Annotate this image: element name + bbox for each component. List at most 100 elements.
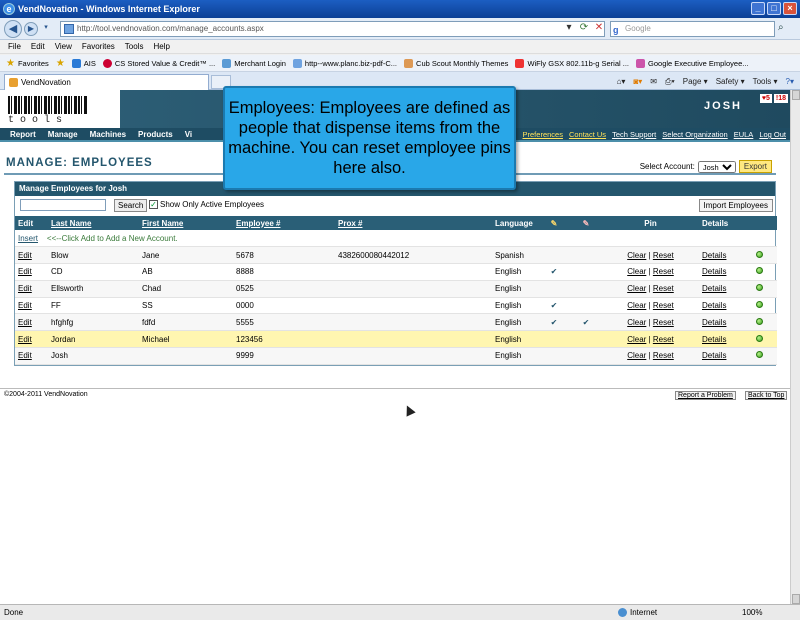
clear-pin-link[interactable]: Clear (627, 335, 646, 344)
minimize-button[interactable]: _ (751, 2, 765, 15)
report-problem-button[interactable]: Report a Problem (675, 391, 736, 400)
clear-pin-link[interactable]: Clear (627, 301, 646, 310)
forward-button[interactable]: ▶ (24, 22, 38, 36)
link-eula[interactable]: EULA (734, 128, 754, 142)
menu-favorites[interactable]: Favorites (82, 40, 115, 53)
account-select[interactable]: Josh (697, 160, 736, 173)
clear-pin-link[interactable]: Clear (627, 318, 646, 327)
details-link[interactable]: Details (702, 251, 726, 260)
search-input[interactable]: g Google (610, 21, 775, 37)
home-icon[interactable]: ⌂▾ (617, 75, 626, 88)
address-dropdown-icon[interactable]: ▾ (563, 21, 575, 35)
alert-badge-warnings[interactable]: !18 (773, 94, 788, 103)
export-button[interactable]: Export (738, 160, 772, 173)
refresh-icon[interactable]: ⟳ (578, 21, 590, 35)
search-button[interactable]: Search (114, 199, 148, 212)
edit-link[interactable]: Edit (18, 335, 32, 344)
col-employee-number[interactable]: Employee # (233, 216, 335, 230)
print-icon[interactable]: ⎙▾ (665, 75, 675, 88)
add-favorite-icon[interactable]: ★ (56, 58, 65, 69)
edit-link[interactable]: Edit (18, 301, 32, 310)
favorites-button[interactable]: ★ Favorites (6, 58, 49, 69)
address-input[interactable]: http://tool.vendnovation.com/manage_acco… (60, 21, 605, 37)
clear-pin-link[interactable]: Clear (627, 251, 646, 260)
details-link[interactable]: Details (702, 318, 726, 327)
edit-link[interactable]: Edit (18, 351, 32, 360)
menu-view[interactable]: View (55, 40, 72, 53)
table-header: Edit Last Name First Name Employee # Pro… (15, 216, 777, 230)
menu-tools[interactable]: Tools (125, 40, 144, 53)
back-button[interactable]: ◀ (4, 20, 22, 38)
nav-machines[interactable]: Machines (90, 128, 126, 142)
col-last-name[interactable]: Last Name (48, 216, 139, 230)
details-link[interactable]: Details (702, 267, 726, 276)
clear-pin-link[interactable]: Clear (627, 351, 646, 360)
feeds-icon[interactable]: ◙▾ (633, 75, 642, 88)
insert-row: Insert <<--Click Add to Add a New Accoun… (15, 230, 777, 248)
edit-link[interactable]: Edit (18, 284, 32, 293)
clear-pin-link[interactable]: Clear (627, 267, 646, 276)
security-zone[interactable]: Internet (618, 605, 657, 620)
mail-icon[interactable]: ✉ (650, 75, 657, 88)
link-preferences[interactable]: Preferences (523, 128, 563, 142)
nav-manage[interactable]: Manage (48, 128, 78, 142)
reset-pin-link[interactable]: Reset (653, 284, 674, 293)
reset-pin-link[interactable]: Reset (653, 251, 674, 260)
menu-edit[interactable]: Edit (31, 40, 45, 53)
nav-report[interactable]: Report (10, 128, 36, 142)
scroll-up-icon[interactable] (792, 90, 800, 100)
details-link[interactable]: Details (702, 335, 726, 344)
close-button[interactable]: × (783, 2, 797, 15)
edit-link[interactable]: Edit (18, 267, 32, 276)
favorite-link-cub-scout[interactable]: Cub Scout Monthly Themes (404, 58, 508, 68)
tab-vendnovation[interactable]: VendNovation (4, 74, 209, 90)
details-link[interactable]: Details (702, 351, 726, 360)
edit-link[interactable]: Edit (18, 251, 32, 260)
checkbox-checked-icon[interactable]: ✓ (149, 200, 158, 209)
page-menu[interactable]: Page ▾ (683, 75, 708, 88)
active-status-icon (755, 250, 763, 258)
link-select-organization[interactable]: Select Organization (662, 128, 727, 142)
import-employees-button[interactable]: Import Employees (698, 199, 773, 212)
reset-pin-link[interactable]: Reset (653, 267, 674, 276)
tools-menu[interactable]: Tools ▾ (753, 75, 778, 88)
help-icon[interactable]: ?▾ (786, 75, 794, 88)
insert-link[interactable]: Insert (18, 234, 38, 243)
col-first-name[interactable]: First Name (139, 216, 233, 230)
reset-pin-link[interactable]: Reset (653, 318, 674, 327)
menu-file[interactable]: File (8, 40, 21, 53)
scroll-down-icon[interactable] (792, 594, 800, 604)
details-link[interactable]: Details (702, 301, 726, 310)
link-contact-us[interactable]: Contact Us (569, 128, 606, 142)
reset-pin-link[interactable]: Reset (653, 351, 674, 360)
nav-products[interactable]: Products (138, 128, 173, 142)
reset-pin-link[interactable]: Reset (653, 335, 674, 344)
nav-vi[interactable]: Vi (185, 128, 192, 142)
stop-icon[interactable]: ✕ (593, 21, 605, 35)
details-link[interactable]: Details (702, 284, 726, 293)
active-only-toggle[interactable]: ✓ Show Only Active Employees (149, 200, 264, 209)
cell-dispense-check (538, 280, 570, 298)
favorite-link-google-exec[interactable]: Google Executive Employee... (636, 58, 749, 68)
history-dropdown-icon[interactable]: ▾ (40, 23, 52, 35)
edit-link[interactable]: Edit (18, 318, 32, 327)
maximize-button[interactable]: □ (767, 2, 781, 15)
link-tech-support[interactable]: Tech Support (612, 128, 656, 142)
search-go-icon[interactable]: ⌕ (778, 22, 784, 33)
alert-badge-hearts[interactable]: ♥5 (759, 94, 772, 103)
menu-help[interactable]: Help (153, 40, 169, 53)
favorite-link-planc[interactable]: http--www.planc.biz-pdf-C... (292, 58, 397, 68)
link-log-out[interactable]: Log Out (759, 128, 786, 142)
col-prox-number[interactable]: Prox # (335, 216, 492, 230)
favorite-link-ais[interactable]: AIS (71, 58, 96, 68)
safety-menu[interactable]: Safety ▾ (716, 75, 745, 88)
favorite-link-wifly[interactable]: WiFly GSX 802.11b-g Serial ... (515, 58, 629, 68)
reset-pin-link[interactable]: Reset (653, 301, 674, 310)
zoom-level[interactable]: 100% (742, 605, 762, 620)
employee-search-input[interactable] (20, 199, 106, 211)
favorite-link-cs-stored[interactable]: CS Stored Value & Credit™ ... (102, 58, 215, 68)
back-to-top-button[interactable]: Back to Top (745, 391, 788, 400)
favorite-link-merchant-login[interactable]: Merchant Login (222, 58, 286, 68)
vertical-scrollbar[interactable] (790, 90, 800, 604)
clear-pin-link[interactable]: Clear (627, 284, 646, 293)
